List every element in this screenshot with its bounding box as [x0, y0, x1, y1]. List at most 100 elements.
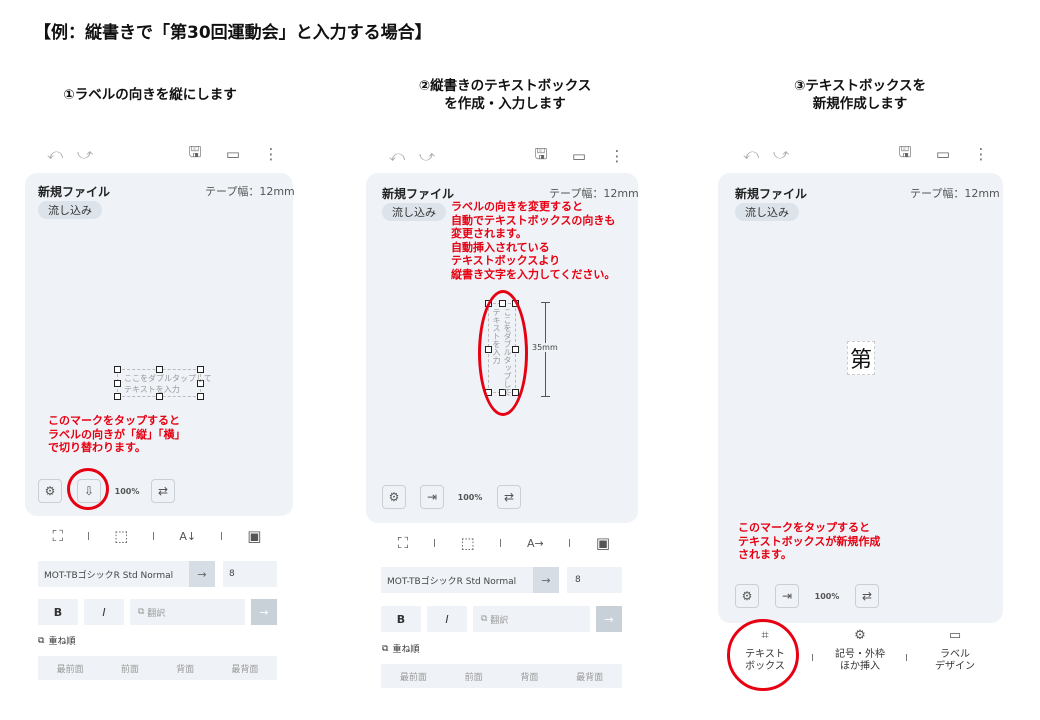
order-back[interactable]: 背面 [520, 670, 538, 683]
frame-icon[interactable]: ⬚ [114, 527, 128, 545]
undo-icon[interactable]: ⤺ [742, 144, 760, 164]
step1-tool-row: ⛶ ⬚ A↓ ▣ [40, 524, 274, 548]
highlight-circle [478, 290, 528, 416]
highlight-circle [727, 619, 799, 691]
flow-chip[interactable]: 流し込み [382, 203, 446, 221]
step2-tool-row: ⛶ ⬚ A→ ▣ [385, 531, 623, 555]
redo-icon[interactable]: ⤻ [772, 144, 790, 164]
redo-icon[interactable]: ⤻ [418, 146, 436, 166]
order-front-most[interactable]: 最前面 [400, 670, 427, 683]
step1-title: ①ラベルの向きを縦にします [63, 87, 237, 103]
text-box[interactable]: ここをダブルタップして テキストを入力 [114, 366, 212, 400]
symbol-icon: ⚙ [854, 628, 866, 643]
save-icon[interactable]: 🖫 [896, 143, 914, 164]
tape-width: テープ幅：12mm [205, 185, 295, 198]
flow-chip[interactable]: 流し込み [38, 201, 102, 219]
save-icon[interactable]: 🖫 [186, 143, 204, 164]
grid-icon[interactable]: ▣ [247, 527, 261, 545]
order-back-most[interactable]: 最背面 [231, 662, 258, 675]
translate-field[interactable]: ⧉ 翻訳 [473, 606, 590, 632]
translate-field[interactable]: ⧉ 翻訳 [130, 599, 245, 625]
layers-icon: ⧉ [38, 635, 45, 646]
more-vert-icon[interactable]: ⋮ [608, 146, 626, 166]
separator [812, 654, 813, 661]
orientation-toggle-icon[interactable]: ⇥ [775, 584, 799, 608]
swap-icon[interactable]: ⇄ [497, 485, 521, 509]
resize-handle[interactable] [114, 380, 121, 387]
save-icon[interactable]: 🖫 [532, 145, 550, 166]
bold-button[interactable]: B [38, 599, 78, 625]
settings-icon[interactable]: ⚙ [735, 584, 759, 608]
text-direction-icon[interactable]: A↓ [179, 530, 196, 543]
swap-icon[interactable]: ⇄ [151, 479, 175, 503]
italic-button[interactable]: I [84, 599, 124, 625]
bold-button[interactable]: B [381, 606, 421, 632]
file-name: 新規ファイル [382, 187, 455, 201]
label-design-icon: ▭ [948, 628, 962, 643]
nav-symbol-insert[interactable]: ⚙ 記号・外枠 ほか挿入 [825, 628, 895, 673]
align-icon[interactable]: ⛶ [398, 534, 409, 552]
label-text[interactable]: 第 [847, 341, 876, 375]
resize-handle[interactable] [114, 366, 121, 373]
italic-button[interactable]: I [427, 606, 467, 632]
align-icon[interactable]: ⛶ [53, 527, 64, 545]
flow-chip[interactable]: 流し込み [735, 203, 799, 221]
order-row: 最前面 前面 背面 最背面 [38, 656, 277, 680]
redo-icon[interactable]: ⤻ [76, 144, 94, 164]
step3-note: このマークをタップすると テキストボックスが新規作成 されます。 [738, 521, 881, 561]
font-select[interactable]: MOT-TBゴシックR Std Normal → [38, 561, 215, 587]
step2-title: ②縦書きのテキストボックス を作成・入力します [418, 78, 592, 112]
order-back[interactable]: 背面 [176, 662, 194, 675]
undo-icon[interactable]: ⤺ [46, 144, 64, 164]
tape-width: テープ幅：12mm [549, 187, 639, 200]
order-label: ⧉ 重ね順 [382, 643, 420, 656]
font-select[interactable]: MOT-TBゴシックR Std Normal → [381, 567, 559, 593]
more-vert-icon[interactable]: ⋮ [972, 144, 990, 164]
separator [221, 532, 223, 540]
text-direction-icon[interactable]: A→ [527, 537, 544, 550]
template-icon[interactable]: ▭ [570, 146, 588, 166]
resize-handle[interactable] [197, 366, 204, 373]
zoom-button[interactable]: 100% [115, 479, 139, 503]
dimension-bracket-bottom [541, 396, 550, 397]
dimension-label: 35mm [532, 343, 558, 352]
order-row: 最前面 前面 背面 最背面 [381, 664, 622, 688]
font-size-input[interactable]: 8 [567, 567, 622, 593]
resize-handle[interactable] [114, 393, 121, 400]
file-name: 新規ファイル [38, 185, 111, 199]
template-icon[interactable]: ▭ [224, 144, 242, 164]
zoom-button[interactable]: 100% [458, 485, 482, 509]
undo-icon[interactable]: ⤺ [388, 146, 406, 166]
swap-icon[interactable]: ⇄ [855, 584, 879, 608]
nav-label-design[interactable]: ▭ ラベル デザイン [920, 628, 990, 673]
order-front[interactable]: 前面 [465, 670, 483, 683]
translate-icon: ⧉ [481, 614, 491, 624]
template-icon[interactable]: ▭ [934, 144, 952, 164]
placeholder-text: ここをダブルタップして テキストを入力 [124, 374, 212, 394]
step3-title: ③テキストボックスを 新規作成します [793, 78, 927, 112]
orientation-toggle-icon[interactable]: ⇥ [420, 485, 444, 509]
step2-note: ラベルの向きを変更すると 自動でテキストボックスの向きも 変更されます。 自動挿… [451, 200, 616, 281]
settings-icon[interactable]: ⚙ [38, 479, 62, 503]
order-front-most[interactable]: 最前面 [57, 662, 84, 675]
translate-icon: ⧉ [138, 607, 148, 617]
resize-handle[interactable] [156, 366, 163, 373]
translate-go-button[interactable]: → [251, 599, 277, 625]
settings-icon[interactable]: ⚙ [382, 485, 406, 509]
order-front[interactable]: 前面 [121, 662, 139, 675]
arrow-icon[interactable]: → [189, 561, 215, 587]
order-back-most[interactable]: 最背面 [576, 670, 603, 683]
step3-toolbar: ⤺ ⤻ 🖫 ▭ ⋮ [742, 142, 990, 166]
order-label: ⧉ 重ね順 [38, 635, 76, 648]
tape-width: テープ幅：12mm [910, 187, 1000, 200]
more-vert-icon[interactable]: ⋮ [262, 144, 280, 164]
page-title: 【例：縦書きで「第30回運動会」と入力する場合】 [34, 23, 432, 43]
zoom-button[interactable]: 100% [815, 584, 839, 608]
arrow-icon[interactable]: → [533, 567, 559, 593]
separator [906, 654, 907, 661]
frame-icon[interactable]: ⬚ [461, 534, 475, 552]
separator [433, 539, 435, 547]
grid-icon[interactable]: ▣ [596, 534, 610, 552]
translate-go-button[interactable]: → [596, 606, 622, 632]
font-size-input[interactable]: 8 [223, 561, 277, 587]
